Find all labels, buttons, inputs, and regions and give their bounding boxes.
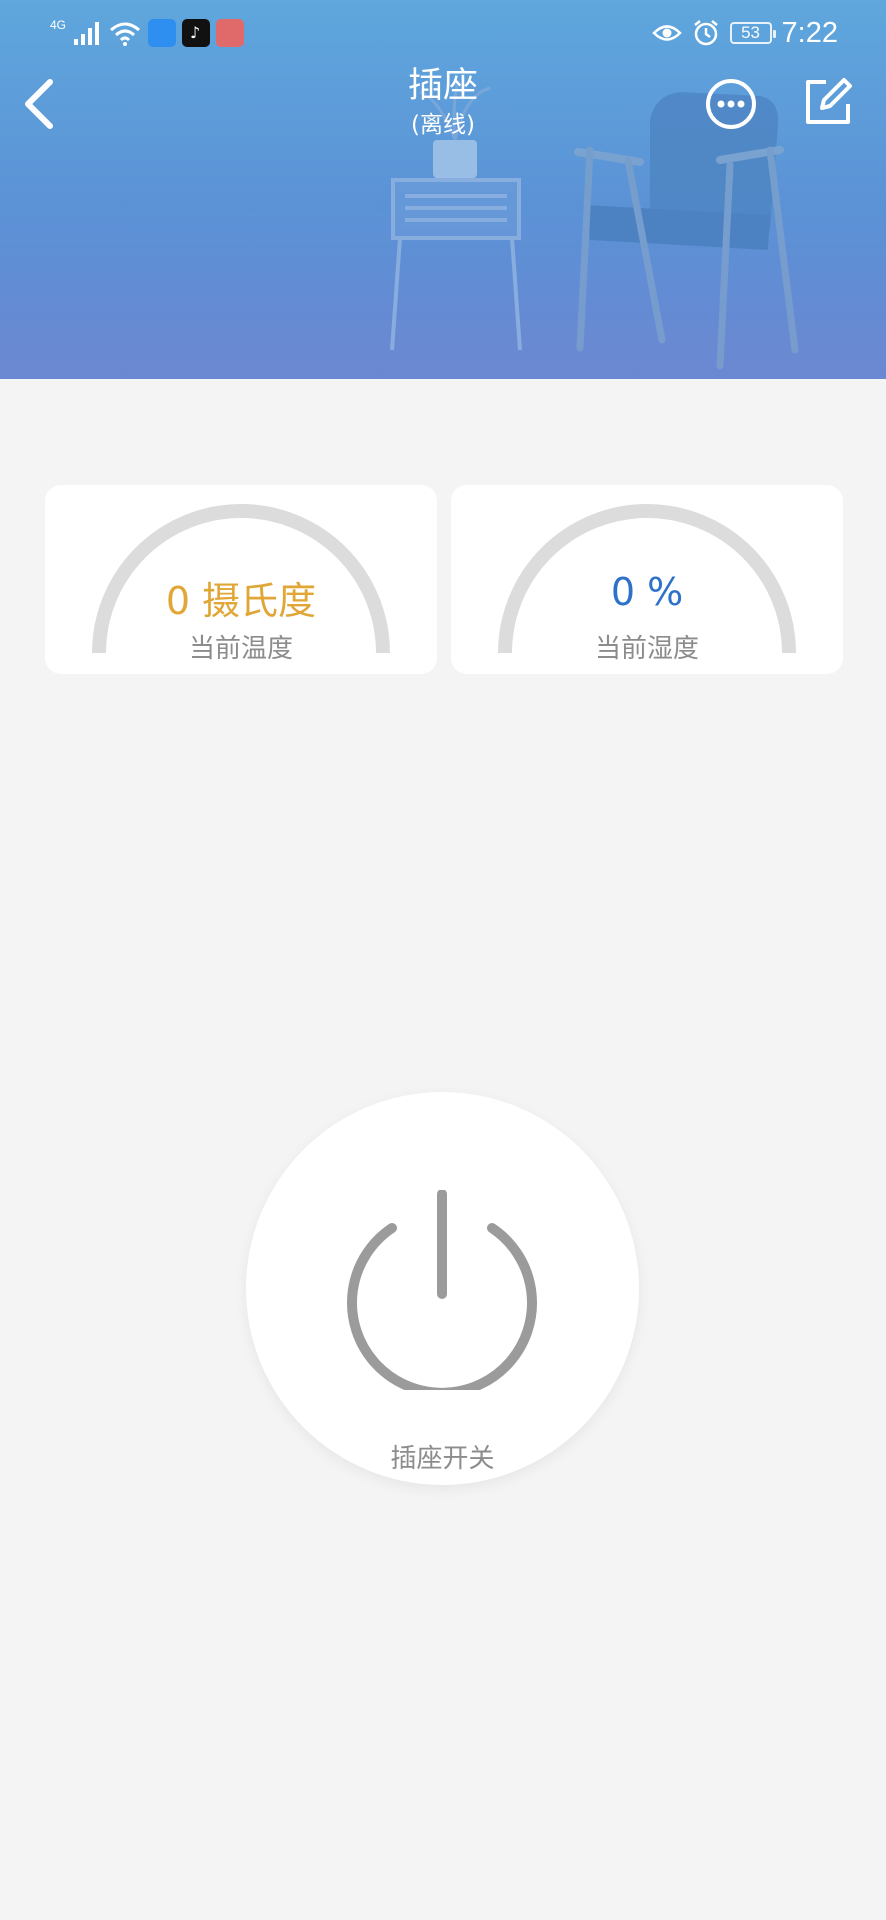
eye-icon — [651, 25, 682, 41]
wifi-icon — [110, 22, 140, 46]
power-icon — [347, 1190, 537, 1390]
socket-power-button[interactable]: 插座开关 — [246, 1092, 639, 1485]
chevron-left-icon[interactable] — [18, 76, 62, 132]
header-banner: 4G ♪ 53 7:22 插座 (离线) — [0, 0, 886, 379]
more-circle-icon[interactable] — [705, 78, 757, 130]
edit-icon[interactable] — [800, 74, 856, 130]
humidity-label: 当前湿度 — [594, 634, 699, 664]
battery-icon: 53 — [729, 22, 776, 44]
status-bar-left: 4G ♪ — [50, 16, 245, 50]
huawei-app-icon — [216, 19, 245, 47]
connection-status: (离线) — [411, 112, 475, 138]
humidity-value: 0 % — [610, 570, 684, 614]
network-type-label: 4G — [50, 18, 67, 32]
power-button-label: 插座开关 — [390, 1444, 495, 1474]
clock-time: 7:22 — [781, 16, 838, 49]
status-bar: 4G ♪ 53 7:22 — [0, 0, 886, 66]
temperature-label: 当前温度 — [188, 634, 293, 664]
page-title: 插座 — [407, 66, 478, 106]
tiktok-app-icon: ♪ — [182, 19, 211, 47]
signal-icon — [74, 22, 100, 45]
dingtalk-app-icon — [148, 19, 177, 47]
temperature-value: 0 摄氏度 — [165, 579, 317, 623]
status-bar-right: 53 7:22 — [651, 14, 838, 52]
alarm-icon — [693, 20, 718, 46]
battery-level: 53 — [741, 23, 760, 42]
nav-title-block: 插座 (离线) — [343, 62, 543, 140]
